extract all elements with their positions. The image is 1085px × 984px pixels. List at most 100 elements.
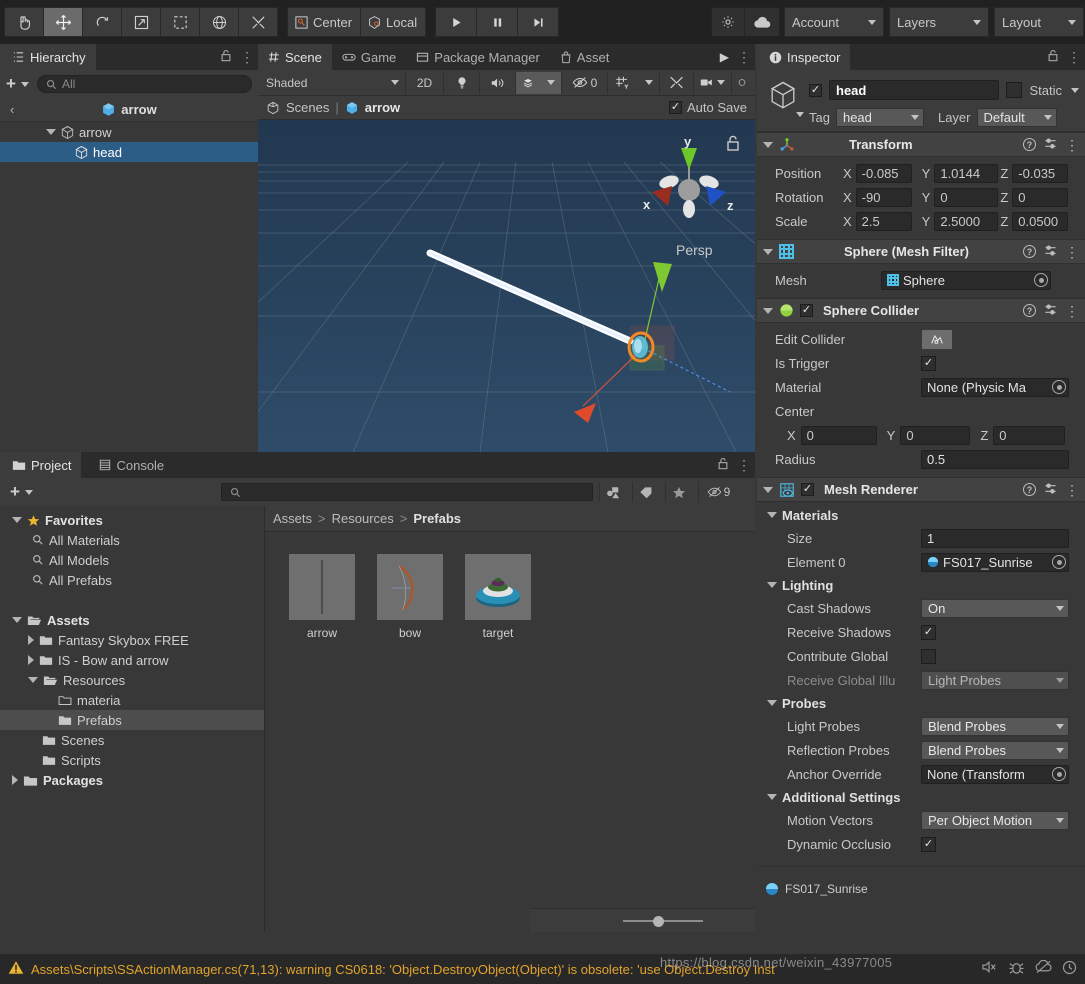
chevron-down-icon[interactable] bbox=[763, 141, 773, 148]
preset-icon[interactable] bbox=[1044, 137, 1057, 153]
chevron-down-icon[interactable] bbox=[12, 617, 22, 623]
object-picker-icon[interactable] bbox=[1052, 767, 1066, 781]
component-menu-icon[interactable]: ⋮ bbox=[1065, 138, 1079, 152]
contribute-global-checkbox[interactable] bbox=[921, 648, 936, 664]
scene-gizmo-dropdown[interactable] bbox=[732, 72, 752, 94]
play-button[interactable] bbox=[435, 7, 478, 37]
chevron-down-icon[interactable] bbox=[28, 677, 38, 683]
is-trigger-checkbox[interactable]: ✓ bbox=[921, 355, 936, 371]
chevron-down-icon[interactable] bbox=[46, 129, 56, 135]
scene-audio-toggle[interactable] bbox=[480, 71, 516, 94]
scene-viewport[interactable]: Persp y x z bbox=[258, 120, 755, 452]
mute-audio-icon[interactable] bbox=[981, 960, 998, 979]
preset-icon[interactable] bbox=[1044, 303, 1057, 319]
hierarchy-item-arrow[interactable]: arrow bbox=[0, 122, 258, 142]
edit-collider-button[interactable] bbox=[921, 328, 953, 350]
component-menu-icon[interactable]: ⋮ bbox=[1065, 483, 1079, 497]
project-tree-fantasy-skybox[interactable]: Fantasy Skybox FREE bbox=[0, 630, 264, 650]
component-menu-icon[interactable]: ⋮ bbox=[1065, 304, 1079, 318]
cloud-icon[interactable] bbox=[744, 7, 780, 37]
project-tree-is-bow-and-arrow[interactable]: IS - Bow and arrow bbox=[0, 650, 264, 670]
pivot-rotation-button[interactable]: Local bbox=[360, 7, 427, 37]
scene-fx-dropdown[interactable] bbox=[516, 71, 540, 94]
chevron-right-icon[interactable] bbox=[28, 635, 34, 645]
scene-path-object[interactable]: arrow bbox=[365, 100, 400, 115]
chevron-down-icon[interactable] bbox=[12, 517, 22, 523]
project-menu-icon[interactable]: ⋮ bbox=[737, 458, 751, 472]
tab-inspector[interactable]: Inspector bbox=[757, 44, 851, 70]
center-y-input[interactable]: 0 bbox=[900, 425, 971, 445]
reflection-probes-dropdown[interactable]: Blend Probes bbox=[921, 740, 1069, 760]
layers-dropdown[interactable]: Layers bbox=[889, 7, 989, 37]
preset-icon[interactable] bbox=[1044, 482, 1057, 498]
materials-foldout[interactable]: Materials bbox=[763, 504, 1079, 526]
hand-tool-button[interactable] bbox=[4, 7, 44, 37]
custom-tool-button[interactable] bbox=[238, 7, 278, 37]
preset-icon[interactable] bbox=[1044, 244, 1057, 260]
transform-tool-button[interactable] bbox=[199, 7, 239, 37]
project-tree-scripts[interactable]: Scripts bbox=[0, 750, 264, 770]
receive-shadows-checkbox[interactable]: ✓ bbox=[921, 624, 936, 640]
lock-icon[interactable] bbox=[717, 457, 729, 473]
tab-console[interactable]: Console bbox=[81, 452, 175, 478]
search-by-type-icon[interactable] bbox=[598, 482, 626, 502]
project-tree-resources[interactable]: Resources bbox=[0, 670, 264, 690]
tab-hierarchy[interactable]: Hierarchy bbox=[0, 44, 96, 70]
collider-enabled-checkbox[interactable]: ✓ bbox=[800, 304, 813, 317]
chevron-down-icon[interactable] bbox=[796, 112, 804, 117]
tab-asset-store[interactable]: Asset bbox=[549, 44, 614, 70]
step-button[interactable] bbox=[517, 7, 560, 37]
scene-fx-caret[interactable] bbox=[540, 71, 562, 94]
chevron-down-icon[interactable] bbox=[763, 486, 773, 493]
object-picker-icon[interactable] bbox=[1052, 380, 1066, 394]
auto-save-toggle[interactable]: ✓ Auto Save bbox=[669, 100, 747, 115]
breadcrumb-assets[interactable]: Assets bbox=[273, 511, 312, 526]
component-header-sphere-collider[interactable]: ✓ Sphere Collider ? ⋮ bbox=[757, 298, 1085, 323]
probes-foldout[interactable]: Probes bbox=[763, 692, 1079, 714]
slider-knob[interactable] bbox=[653, 915, 664, 927]
position-y-input[interactable]: 1.0144 bbox=[934, 163, 999, 183]
tab-package-manager[interactable]: Package Manager bbox=[406, 44, 550, 70]
project-tree-all-materials[interactable]: All Materials bbox=[0, 530, 264, 550]
scene-hidden-objects-toggle[interactable]: 0 bbox=[562, 71, 608, 94]
component-header-mesh-renderer[interactable]: ✓ Mesh Renderer ? ⋮ bbox=[757, 477, 1085, 502]
physic-material-field[interactable]: None (Physic Ma bbox=[921, 377, 1069, 397]
rotation-z-input[interactable]: 0 bbox=[1012, 187, 1069, 207]
hierarchy-add-button[interactable]: + bbox=[6, 74, 29, 94]
object-picker-icon[interactable] bbox=[1034, 273, 1048, 287]
bug-report-icon[interactable] bbox=[1008, 960, 1025, 979]
lighting-foldout[interactable]: Lighting bbox=[763, 574, 1079, 596]
status-bar[interactable]: Assets\Scripts\SSActionManager.cs(71,13)… bbox=[0, 954, 1085, 984]
chevron-down-icon[interactable] bbox=[763, 248, 773, 255]
lock-icon[interactable] bbox=[220, 49, 232, 65]
account-dropdown[interactable]: Account bbox=[784, 7, 884, 37]
breadcrumb-resources[interactable]: Resources bbox=[332, 511, 394, 526]
help-icon[interactable]: ? bbox=[1023, 304, 1036, 317]
chevron-down-icon[interactable] bbox=[767, 700, 777, 706]
center-x-input[interactable]: 0 bbox=[800, 425, 877, 445]
material-element-field[interactable]: FS017_Sunrise bbox=[921, 552, 1069, 572]
static-checkbox[interactable] bbox=[1006, 82, 1023, 98]
scene-gizmos-tools[interactable] bbox=[660, 71, 694, 94]
chevron-down-icon[interactable] bbox=[767, 582, 777, 588]
additional-settings-foldout[interactable]: Additional Settings bbox=[763, 786, 1079, 808]
radius-input[interactable]: 0.5 bbox=[921, 449, 1069, 469]
tab-project[interactable]: Project bbox=[0, 452, 82, 478]
move-tool-button[interactable] bbox=[43, 7, 83, 37]
component-menu-icon[interactable]: ⋮ bbox=[1065, 245, 1079, 259]
project-tree-packages[interactable]: Packages bbox=[0, 770, 264, 790]
asset-size-slider[interactable] bbox=[623, 915, 703, 927]
rotation-y-input[interactable]: 0 bbox=[934, 187, 999, 207]
project-tree-prefabs[interactable]: Prefabs bbox=[0, 710, 264, 730]
scene-grid-caret[interactable] bbox=[638, 71, 660, 94]
auto-save-checkbox[interactable]: ✓ bbox=[669, 101, 682, 114]
object-picker-icon[interactable] bbox=[1052, 555, 1066, 569]
object-name-input[interactable]: head bbox=[829, 80, 1000, 100]
hierarchy-search-input[interactable]: All bbox=[36, 75, 252, 93]
dynamic-occlusion-checkbox[interactable]: ✓ bbox=[921, 836, 936, 852]
component-header-transform[interactable]: Transform ? ⋮ bbox=[757, 132, 1085, 157]
scene-camera-dropdown[interactable] bbox=[694, 71, 732, 94]
hierarchy-menu-icon[interactable]: ⋮ bbox=[240, 50, 254, 64]
hierarchy-item-head[interactable]: head bbox=[0, 142, 258, 162]
rotate-tool-button[interactable] bbox=[82, 7, 122, 37]
